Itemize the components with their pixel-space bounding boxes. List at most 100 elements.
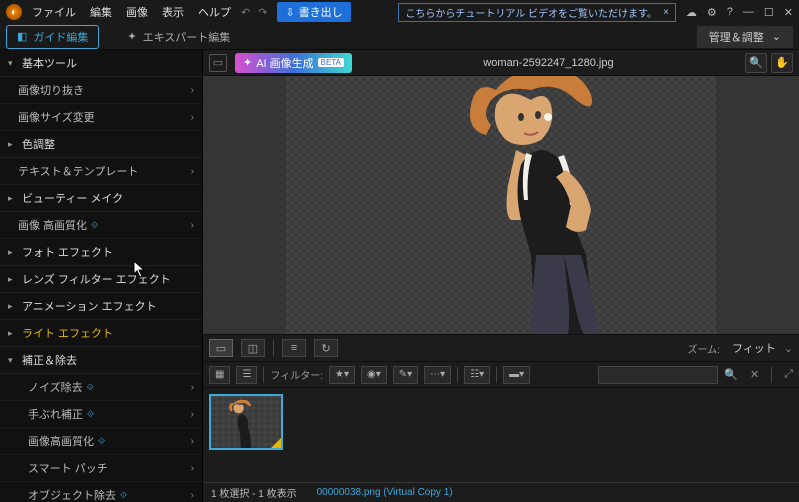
tutorial-banner[interactable]: こちらからチュートリアル ビデオをご覧いただけます。 ×	[398, 3, 676, 22]
sidebar-cat-light-effect[interactable]: ▸ライト エフェクト	[0, 320, 202, 347]
thumbnail[interactable]	[209, 394, 283, 450]
sidebar-label: 色調整	[22, 136, 55, 152]
view-single-icon[interactable]: ▭	[209, 339, 233, 357]
menu-view[interactable]: 表示	[162, 4, 184, 20]
rotate-icon[interactable]: ↻	[314, 339, 338, 357]
grid-view-icon[interactable]: ▦	[209, 366, 230, 384]
zoom-value[interactable]: フィット	[732, 340, 776, 356]
menu-edit[interactable]: 編集	[90, 4, 112, 20]
list-view-icon[interactable]: ☰	[236, 366, 257, 384]
ai-badge-icon: ⟐	[120, 490, 127, 501]
sidebar-item-hq[interactable]: 画像 高画質化⟐›	[0, 212, 202, 239]
sidebar-item-crop[interactable]: 画像切り抜き›	[0, 77, 202, 104]
ai-image-gen-button[interactable]: ✦ AI 画像生成 BETA	[235, 53, 352, 73]
filter-more-icon[interactable]: ⋯▾	[424, 366, 451, 384]
sidebar-item-resize[interactable]: 画像サイズ変更›	[0, 104, 202, 131]
tab-expert-label: エキスパート編集	[143, 29, 231, 45]
sidebar-label: スマート パッチ	[28, 460, 108, 476]
clear-icon[interactable]: ✕	[750, 368, 759, 381]
sidebar-cat-lens-filter[interactable]: ▸レンズ フィルター エフェクト	[0, 266, 202, 293]
runner-figure	[436, 76, 716, 334]
maximize-icon[interactable]: ☐	[764, 6, 774, 19]
ai-badge-icon: ⟐	[87, 409, 94, 420]
sidebar-label: アニメーション エフェクト	[22, 298, 157, 314]
tab-guide-edit[interactable]: ◧ ガイド編集	[6, 25, 99, 49]
export-button[interactable]: ⇩ 書き出し	[277, 2, 350, 22]
manage-adjust-button[interactable]: 管理＆調整 ⌄	[697, 26, 793, 48]
chevron-right-icon: ›	[191, 112, 194, 123]
popout-icon[interactable]: ⤢	[784, 368, 793, 381]
stack-icon[interactable]: ▬▾	[503, 366, 530, 384]
cloud-icon[interactable]: ☁	[686, 6, 697, 19]
status-filename: 00000038.png (Virtual Copy 1)	[317, 487, 453, 498]
menu-help[interactable]: ヘルプ	[198, 4, 231, 20]
sidebar-label: ノイズ除去	[28, 379, 83, 395]
sidebar: ▾基本ツール 画像切り抜き› 画像サイズ変更› ▸色調整 テキスト＆テンプレート…	[0, 50, 203, 502]
chevron-down-icon[interactable]: ⌄	[784, 342, 793, 355]
close-icon[interactable]: ×	[663, 7, 669, 18]
sidebar-label: フォト エフェクト	[22, 244, 113, 260]
sidebar-item-blur[interactable]: 手ぶれ補正 ⟐ ›	[0, 401, 202, 428]
guide-icon: ◧	[17, 30, 27, 43]
expert-icon: ✦	[127, 30, 136, 43]
titlebar: ◐ ファイル 編集 画像 表示 ヘルプ ↶ ↷ ⇩ 書き出し こちらからチュート…	[0, 0, 799, 24]
mode-bar: ◧ ガイド編集 ✦ エキスパート編集 管理＆調整 ⌄	[0, 24, 799, 50]
ai-badge-icon: ⟐	[87, 382, 94, 393]
search-input[interactable]	[598, 366, 718, 384]
sidebar-cat-anim-effect[interactable]: ▸アニメーション エフェクト	[0, 293, 202, 320]
sidebar-item-hq2[interactable]: 画像高画質化⟐›	[0, 428, 202, 455]
sidebar-item-obj-remove[interactable]: オブジェクト除去⟐›	[0, 482, 202, 502]
close-window-icon[interactable]: ✕	[784, 6, 793, 19]
undo-icon[interactable]: ↶	[241, 6, 250, 19]
sidebar-cat-basic-tools[interactable]: ▾基本ツール	[0, 50, 202, 77]
sidebar-cat-color[interactable]: ▸色調整	[0, 131, 202, 158]
sidebar-item-smart-patch[interactable]: スマート パッチ›	[0, 455, 202, 482]
folder-icon[interactable]: ▭	[209, 54, 227, 72]
search-icon[interactable]: 🔍	[724, 368, 738, 381]
sidebar-item-text-template[interactable]: テキスト＆テンプレート›	[0, 158, 202, 185]
chevron-right-icon: ›	[191, 490, 194, 501]
sidebar-item-noise[interactable]: ノイズ除去⟐›	[0, 374, 202, 401]
thumbnail-strip	[203, 388, 799, 482]
filter-star-icon[interactable]: ★▾	[329, 366, 355, 384]
chevron-right-icon: ›	[191, 409, 194, 420]
sort-icon[interactable]: ☷▾	[464, 366, 490, 384]
canvas[interactable]	[203, 76, 799, 334]
chevron-down-icon: ⌄	[772, 30, 781, 43]
menu-image[interactable]: 画像	[126, 4, 148, 20]
menu-file[interactable]: ファイル	[32, 4, 76, 20]
thumbnail-image	[223, 396, 273, 450]
tab-expert-edit[interactable]: ✦ エキスパート編集	[117, 26, 240, 48]
help-icon[interactable]: ?	[727, 6, 733, 18]
chevron-right-icon: ›	[191, 166, 194, 177]
sidebar-label: 補正＆除去	[22, 352, 77, 368]
zoom-label: ズーム:	[688, 341, 720, 356]
sparkle-icon: ✦	[243, 56, 252, 69]
histogram-icon[interactable]: ≡	[282, 339, 306, 357]
ai-gen-label: AI 画像生成	[256, 55, 313, 71]
minimize-icon[interactable]: —	[743, 6, 754, 18]
document-header: ▭ ✦ AI 画像生成 BETA woman-2592247_1280.jpg …	[203, 50, 799, 76]
filter-color-icon[interactable]: ◉▾	[361, 366, 387, 384]
sidebar-label: ライト エフェクト	[22, 325, 113, 341]
sidebar-label: 画像高画質化	[28, 433, 94, 449]
chevron-right-icon: ›	[191, 220, 194, 231]
zoom-tool-icon[interactable]: 🔍	[745, 53, 767, 73]
hand-tool-icon[interactable]: ✋	[771, 53, 793, 73]
sidebar-cat-photo-effect[interactable]: ▸フォト エフェクト	[0, 239, 202, 266]
main-menu: ファイル 編集 画像 表示 ヘルプ	[32, 4, 231, 20]
sidebar-cat-beauty[interactable]: ▸ビューティー メイク	[0, 185, 202, 212]
sidebar-label: レンズ フィルター エフェクト	[22, 271, 171, 287]
sidebar-label: 基本ツール	[22, 55, 77, 71]
filter-tag-icon[interactable]: ✎▾	[393, 366, 418, 384]
status-bar: 1 枚選択 - 1 枚表示 00000038.png (Virtual Copy…	[203, 482, 799, 502]
sidebar-label: 手ぶれ補正	[28, 406, 83, 422]
sidebar-label: 画像切り抜き	[18, 82, 84, 98]
redo-icon[interactable]: ↷	[258, 6, 267, 19]
gear-icon[interactable]: ⚙	[707, 6, 717, 19]
view-compare-icon[interactable]: ◫	[241, 339, 265, 357]
tutorial-text: こちらからチュートリアル ビデオをご覧いただけます。	[405, 5, 657, 20]
beta-badge: BETA	[318, 58, 344, 67]
canvas-image	[286, 76, 716, 334]
sidebar-cat-correction[interactable]: ▾補正＆除去	[0, 347, 202, 374]
